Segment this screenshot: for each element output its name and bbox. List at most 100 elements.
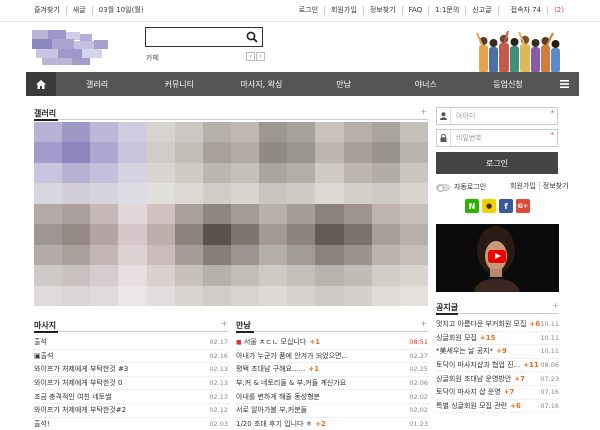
list-item[interactable]: 멋지고 아름다운 부커회원 모집 +6 10.11 — [436, 318, 559, 332]
new-posts-link[interactable]: 새글 — [67, 6, 93, 15]
gallery-thumbnail[interactable] — [230, 122, 260, 143]
nav-item-meet[interactable]: 만남 — [303, 72, 385, 96]
gallery-thumbnail-grid[interactable] — [34, 122, 428, 306]
gallery-thumbnail[interactable] — [202, 244, 231, 266]
gallery-thumbnail[interactable] — [259, 265, 288, 286]
gallery-thumbnail[interactable] — [315, 142, 344, 163]
visitor-counter[interactable]: 접속자 74 (2) — [499, 6, 564, 15]
nav-item-gallery[interactable]: 갤러리 — [56, 72, 138, 96]
gallery-thumbnail[interactable] — [230, 142, 260, 163]
gallery-thumbnail[interactable] — [90, 183, 119, 204]
gallery-thumbnail[interactable] — [90, 244, 119, 266]
gallery-thumbnail[interactable] — [287, 122, 316, 143]
gallery-thumbnail[interactable] — [259, 142, 288, 163]
gallery-thumbnail[interactable] — [146, 265, 175, 286]
gallery-thumbnail[interactable] — [343, 142, 372, 163]
gallery-thumbnail[interactable] — [371, 162, 400, 184]
gallery-thumbnail[interactable] — [399, 203, 428, 225]
list-item[interactable]: 와이프가 처제에게 부탁한것 #3 02.13 — [34, 363, 228, 377]
gallery-thumbnail[interactable] — [287, 162, 316, 184]
gallery-thumbnail[interactable] — [259, 122, 288, 143]
gallery-thumbnail[interactable] — [34, 285, 63, 306]
gallery-thumbnail[interactable] — [118, 244, 147, 266]
gallery-thumbnail[interactable] — [90, 162, 119, 184]
gallery-thumbnail[interactable] — [62, 142, 91, 163]
gallery-thumbnail[interactable] — [371, 224, 400, 245]
gallery-thumbnail[interactable] — [34, 224, 63, 245]
list-item[interactable]: *美세우는 날 공지* +9 10.11 — [436, 345, 559, 359]
gallery-thumbnail[interactable] — [399, 122, 428, 143]
gallery-thumbnail[interactable] — [34, 183, 63, 204]
gallery-thumbnail[interactable] — [146, 244, 175, 266]
gallery-thumbnail[interactable] — [315, 183, 344, 204]
gallery-thumbnail[interactable] — [230, 162, 260, 184]
gallery-thumbnail[interactable] — [174, 224, 203, 245]
gallery-thumbnail[interactable] — [343, 162, 372, 184]
list-item[interactable]: 와이프가 처제에게 부탁한것#2 02.12 — [34, 404, 228, 418]
gallery-thumbnail[interactable] — [371, 183, 400, 204]
list-item[interactable]: 서로 알아가볼 부,커분들 02.02 — [236, 404, 428, 418]
massage-more-icon[interactable]: + — [221, 319, 228, 328]
gallery-thumbnail[interactable] — [230, 203, 260, 225]
gallery-thumbnail[interactable] — [62, 122, 91, 143]
menu-button[interactable] — [549, 72, 579, 96]
gallery-thumbnail[interactable] — [343, 285, 372, 306]
list-item[interactable]: 특별 싱글회원 모집 관련 +6 07.16 — [436, 400, 559, 414]
search-box[interactable] — [145, 27, 263, 47]
list-item[interactable]: 싱글회원 모집 +15 10.11 — [436, 332, 559, 346]
gallery-thumbnail[interactable] — [259, 285, 288, 306]
gallery-thumbnail[interactable] — [343, 183, 372, 204]
gallery-thumbnail[interactable] — [315, 162, 344, 184]
gallery-thumbnail[interactable] — [287, 224, 316, 245]
gallery-thumbnail[interactable] — [343, 224, 372, 245]
gallery-thumbnail[interactable] — [399, 285, 428, 306]
gallery-thumbnail[interactable] — [174, 244, 203, 266]
gallery-thumbnail[interactable] — [34, 265, 63, 286]
gallery-thumbnail[interactable] — [315, 203, 344, 225]
gallery-thumbnail[interactable] — [90, 224, 119, 245]
gallery-thumbnail[interactable] — [230, 265, 260, 286]
gallery-thumbnail[interactable] — [34, 244, 63, 266]
gallery-thumbnail[interactable] — [287, 142, 316, 163]
gallery-thumbnail[interactable] — [259, 224, 288, 245]
gallery-thumbnail[interactable] — [62, 162, 91, 184]
play-icon[interactable] — [488, 250, 506, 263]
home-button[interactable] — [26, 72, 56, 96]
join-link[interactable]: 회원가입 — [325, 6, 364, 15]
gallery-thumbnail[interactable] — [371, 142, 400, 163]
gallery-thumbnail[interactable] — [118, 122, 147, 143]
list-item[interactable]: 조금 충격적인 여친 네토썰 02.13 — [34, 390, 228, 404]
gallery-thumbnail[interactable] — [118, 224, 147, 245]
gallery-thumbnail[interactable] — [371, 285, 400, 306]
list-item[interactable]: ▣출석 02.16 — [34, 350, 228, 364]
gallery-thumbnail[interactable] — [343, 244, 372, 266]
gallery-thumbnail[interactable] — [371, 244, 400, 266]
gallery-thumbnail[interactable] — [174, 265, 203, 286]
next-arrow-icon[interactable]: › — [256, 52, 265, 61]
auto-login[interactable]: 자동로그인 — [436, 182, 486, 192]
list-item[interactable]: 출석! 02.03 — [34, 418, 228, 430]
password-field[interactable]: 비밀번호 * — [436, 129, 558, 147]
gallery-thumbnail[interactable] — [315, 265, 344, 286]
gallery-thumbnail[interactable] — [315, 224, 344, 245]
gallery-more-icon[interactable]: + — [420, 107, 427, 116]
gallery-thumbnail[interactable] — [174, 203, 203, 225]
nav-item-yanus[interactable]: 야너스 — [385, 72, 467, 96]
gallery-thumbnail[interactable] — [146, 162, 175, 184]
nav-item-massage[interactable]: 마사지, 왁싱 — [220, 72, 302, 96]
report-link[interactable]: 신고글 — [466, 6, 499, 15]
gallery-thumbnail[interactable] — [62, 265, 91, 286]
find-info-link[interactable]: 정보찾기 — [364, 6, 403, 15]
video-player[interactable] — [436, 224, 559, 292]
gallery-thumbnail[interactable] — [343, 203, 372, 225]
naver-login-icon[interactable]: N — [465, 199, 479, 213]
gallery-thumbnail[interactable] — [34, 142, 63, 163]
gallery-thumbnail[interactable] — [399, 183, 428, 204]
gallery-thumbnail[interactable] — [174, 162, 203, 184]
gallery-thumbnail[interactable] — [399, 244, 428, 266]
gallery-thumbnail[interactable] — [174, 122, 203, 143]
login-button[interactable]: 로그인 — [436, 152, 558, 174]
faq-link[interactable]: FAQ — [403, 6, 430, 15]
gallery-thumbnail[interactable] — [371, 265, 400, 286]
gallery-thumbnail[interactable] — [62, 285, 91, 306]
